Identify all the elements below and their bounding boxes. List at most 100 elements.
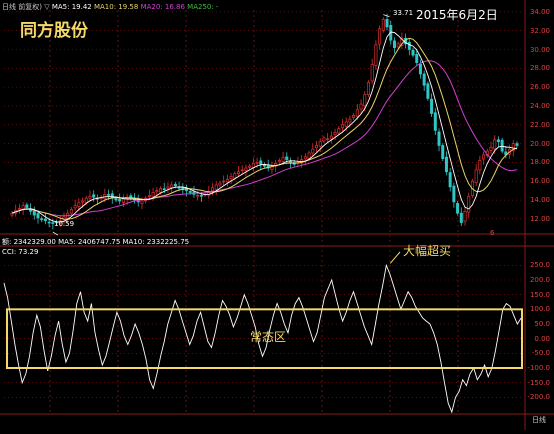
candle-body xyxy=(244,167,248,172)
candle-body xyxy=(159,188,163,193)
cci-tick-label: 50.0 xyxy=(534,320,550,328)
candle-body xyxy=(199,194,203,197)
marker-label: 6 xyxy=(490,229,495,237)
candle-body xyxy=(329,135,333,140)
price-tick-label: 22.00 xyxy=(529,120,550,129)
chart-canvas xyxy=(0,0,554,430)
candle-body xyxy=(370,64,374,82)
candle-body xyxy=(248,165,252,168)
candle-body xyxy=(121,198,125,203)
candle-body xyxy=(92,194,96,198)
candle-body xyxy=(40,218,44,221)
candle-body xyxy=(166,186,170,189)
candle-body xyxy=(262,164,267,167)
price-tick-label: 34.00 xyxy=(529,7,550,16)
candle-body xyxy=(337,128,341,134)
candle-body xyxy=(196,194,200,197)
candle-body xyxy=(418,63,422,75)
candle-body xyxy=(426,83,430,99)
stock-chart-window: 日线 前复权) ▽ MA5: 19.42 MA10: 19.58 MA20: 1… xyxy=(0,0,554,430)
candle-body xyxy=(363,94,367,106)
price-tick-label: 20.00 xyxy=(529,139,550,148)
cci-header: CCI: 73.29 xyxy=(2,248,39,256)
candle-body xyxy=(118,198,122,202)
candle-body xyxy=(277,160,281,163)
candle-body xyxy=(147,194,151,197)
low-price-label: 10.59 xyxy=(54,220,75,228)
candle-body xyxy=(233,173,237,179)
candle-body xyxy=(218,182,222,186)
volume-header: 额: 2342329.00 MA5: 2406747.75 MA10: 2332… xyxy=(2,237,189,247)
candle-body xyxy=(452,185,456,203)
candle-body xyxy=(326,138,330,141)
candle-body xyxy=(500,139,504,152)
candle-body xyxy=(259,160,263,165)
candle-body xyxy=(515,143,519,146)
candle-body xyxy=(322,137,326,142)
candle-body xyxy=(69,209,73,214)
indicator-toggle-icon[interactable]: ▽ xyxy=(44,3,49,11)
candle-body xyxy=(47,221,51,224)
candle-body xyxy=(441,145,445,159)
candle-body xyxy=(229,176,233,179)
candle-body xyxy=(151,192,155,197)
price-tick-label: 12.00 xyxy=(529,214,550,223)
candle-body xyxy=(444,156,448,173)
candle-body xyxy=(459,212,463,223)
cci-tick-label: -100.0 xyxy=(527,364,550,372)
candle-body xyxy=(489,146,493,151)
candle-body xyxy=(411,49,415,56)
candle-body xyxy=(177,187,181,189)
candle-body xyxy=(314,145,318,149)
candle-body xyxy=(240,169,244,172)
price-tick-label: 16.00 xyxy=(529,177,550,186)
candle-body xyxy=(311,148,315,154)
candle-body xyxy=(355,109,359,117)
candle-body xyxy=(222,180,226,183)
candle-body xyxy=(467,195,471,213)
candle-body xyxy=(32,210,36,216)
candle-body xyxy=(482,154,486,160)
cci-tick-label: 150.0 xyxy=(529,290,550,299)
cci-tick-label: -150.0 xyxy=(527,378,550,387)
candle-body xyxy=(140,200,144,204)
candle-body xyxy=(415,54,419,64)
candle-body xyxy=(348,118,352,123)
candle-body xyxy=(433,112,437,131)
ma10-line xyxy=(11,37,518,220)
ma250-readout: MA250: - xyxy=(187,3,219,11)
overbought-pointer xyxy=(389,251,401,264)
candle-body xyxy=(10,212,14,216)
candle-body xyxy=(188,191,192,193)
candle-body xyxy=(73,205,77,209)
period-tab[interactable]: 日线 xyxy=(532,415,546,425)
candle-body xyxy=(43,218,47,222)
price-tick-label: 24.00 xyxy=(529,101,550,110)
candle-body xyxy=(496,139,500,143)
candle-body xyxy=(463,210,467,222)
candle-body xyxy=(81,200,85,203)
cci-tick-label: -50.0 xyxy=(531,349,550,358)
candle-body xyxy=(17,208,21,210)
candle-body xyxy=(392,40,396,48)
candle-body xyxy=(170,184,174,188)
candle-body xyxy=(307,152,311,159)
period-label: 日线 前复权) xyxy=(2,3,42,11)
price-tick-label: 18.00 xyxy=(529,158,550,167)
candle-body xyxy=(36,213,40,219)
candle-body xyxy=(255,162,259,164)
price-tick-label: 28.00 xyxy=(529,64,550,73)
ma5-readout: MA5: 19.42 xyxy=(51,3,92,11)
candle-body xyxy=(474,169,478,184)
candle-body xyxy=(114,198,118,201)
candle-body xyxy=(107,194,111,196)
candle-body xyxy=(333,131,337,135)
candle-body xyxy=(437,131,441,146)
candle-body xyxy=(25,204,29,208)
candle-body xyxy=(77,202,81,207)
ma5-line xyxy=(11,31,518,223)
candle-body xyxy=(237,171,241,175)
cci-tick-label: 100.0 xyxy=(529,305,550,314)
cci-tick-label: -200.0 xyxy=(527,393,550,402)
candle-body xyxy=(340,124,344,129)
